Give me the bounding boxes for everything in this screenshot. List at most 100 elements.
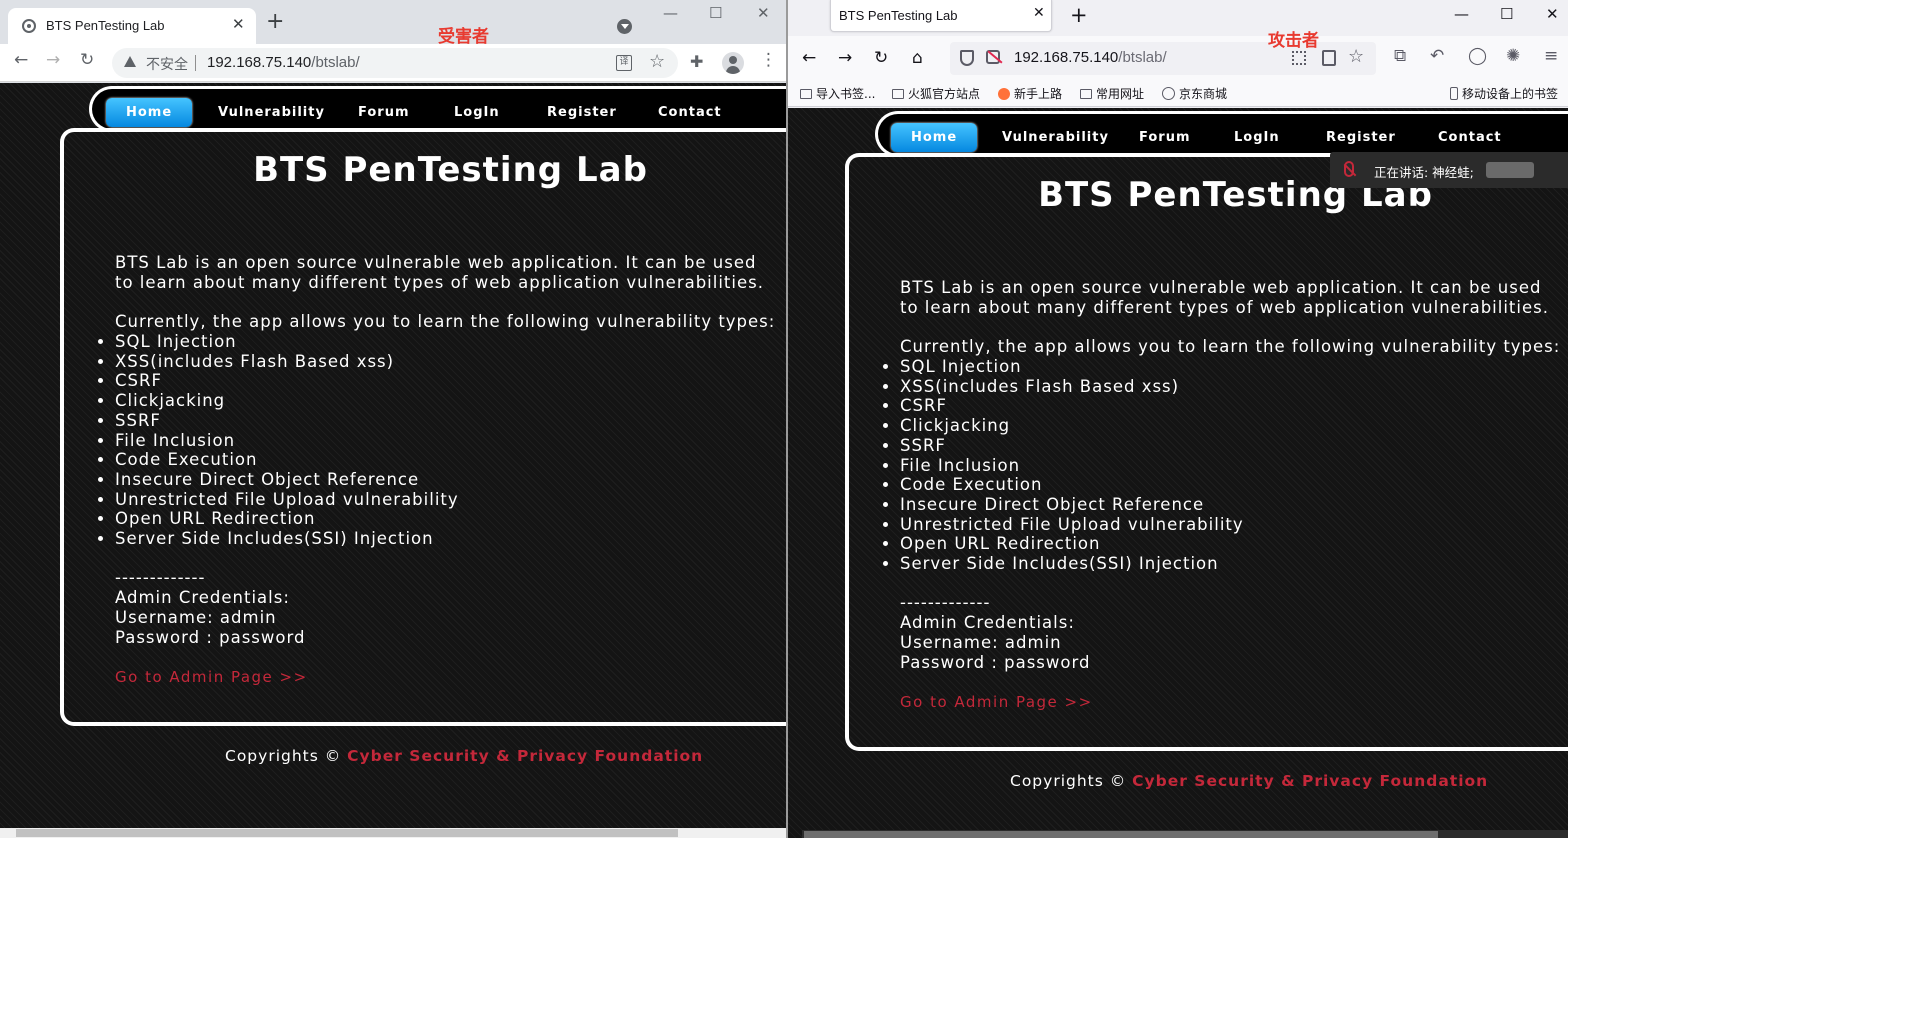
nav-vulnerability[interactable]: Vulnerability [218, 98, 325, 127]
globe-icon [22, 19, 36, 33]
screenshot-icon[interactable]: ⧉ [1394, 46, 1406, 66]
web-page: Home Vulnerability Forum LogIn Register … [0, 83, 786, 838]
bookmark-label: 移动设备上的书签 [1462, 87, 1559, 101]
tab-close-icon[interactable]: ✕ [232, 15, 245, 33]
browser-tab[interactable]: BTS PenTesting Lab ✕ [8, 8, 256, 44]
bookmark-star-icon[interactable]: ☆ [649, 51, 665, 72]
close-window-button[interactable]: ✕ [757, 4, 770, 22]
list-item: SQL Injection [115, 332, 459, 352]
browser-tab[interactable]: BTS PenTesting Lab ✕ [830, 0, 1052, 32]
url-text[interactable]: 192.168.75.140/btslab/ [1014, 49, 1167, 66]
minimize-button[interactable]: — [1454, 5, 1469, 23]
qr-code-icon[interactable] [1292, 51, 1306, 65]
nav-contact[interactable]: Contact [658, 98, 722, 127]
scrollbar-thumb[interactable] [16, 829, 678, 837]
extension-circle-icon[interactable]: ◯ [1468, 46, 1487, 66]
nav-register[interactable]: Register [1326, 123, 1396, 152]
extensions-icon[interactable]: ✚ [690, 52, 703, 71]
reload-button[interactable]: ↻ [874, 48, 888, 68]
menu-icon[interactable]: ⋮ [760, 50, 777, 70]
translate-icon[interactable]: 译 [616, 55, 632, 71]
divider [195, 55, 196, 71]
tab-search-icon[interactable] [617, 19, 632, 34]
maximize-button[interactable]: ☐ [709, 4, 722, 22]
bookmark-jd[interactable]: 京东商城 [1162, 85, 1227, 102]
nav-forum[interactable]: Forum [1139, 123, 1191, 152]
copyright-prefix: Copyrights © [1010, 772, 1133, 790]
nav-login[interactable]: LogIn [454, 98, 500, 127]
url-path: /btslab/ [1118, 49, 1167, 66]
scrollbar-thumb[interactable] [804, 831, 1438, 838]
minimize-button[interactable]: — [663, 4, 678, 22]
back-button[interactable]: ← [14, 50, 28, 70]
tab-close-icon[interactable]: ✕ [1033, 5, 1045, 21]
profile-avatar[interactable] [722, 52, 744, 74]
list-intro: Currently, the app allows you to learn t… [115, 312, 776, 331]
intro-line-2: to learn about many different types of w… [900, 298, 1549, 317]
mobile-bookmarks[interactable]: 移动设备上的书签 [1450, 85, 1558, 102]
insecure-lock-icon[interactable] [986, 50, 1000, 64]
bookmark-folder-firefox[interactable]: 火狐官方站点 [892, 85, 980, 102]
nav-home[interactable]: Home [891, 123, 978, 152]
nav-login[interactable]: LogIn [1234, 123, 1280, 152]
bookmark-getting-started[interactable]: 新手上路 [998, 85, 1062, 102]
list-item: SSRF [900, 436, 1244, 456]
nav-contact[interactable]: Contact [1438, 123, 1502, 152]
list-item: File Inclusion [115, 431, 459, 451]
close-window-button[interactable]: ✕ [1546, 5, 1559, 23]
new-tab-button[interactable]: + [266, 11, 284, 33]
folder-icon [892, 89, 904, 99]
voice-chat-notice: 正在讲话: 神经蛙; [1330, 152, 1568, 188]
tab-title: BTS PenTesting Lab [839, 8, 958, 23]
intro-line-1: BTS Lab is an open source vulnerable web… [115, 253, 757, 272]
password-line: Password : password [115, 628, 306, 647]
folder-icon [1080, 89, 1092, 99]
nav-register[interactable]: Register [547, 98, 617, 127]
horizontal-scrollbar[interactable] [0, 828, 786, 838]
firefox-icon [998, 88, 1010, 100]
address-bar[interactable]: 不安全 192.168.75.140/btslab/ 译 ☆ [112, 48, 678, 78]
reader-view-icon[interactable] [1322, 50, 1336, 66]
tracking-protection-shield-icon[interactable] [960, 50, 974, 66]
bookmark-folder-common[interactable]: 常用网址 [1080, 85, 1144, 102]
nav-vulnerability[interactable]: Vulnerability [1002, 123, 1109, 152]
bookmark-import[interactable]: 导入书签... [800, 85, 875, 102]
copyright-prefix: Copyrights © [225, 747, 348, 765]
url-text[interactable]: 192.168.75.140/btslab/ [207, 54, 360, 71]
reload-button[interactable]: ↻ [80, 50, 94, 70]
copyright-org-link[interactable]: Cyber Security & Privacy Foundation [1132, 772, 1488, 790]
copyright: Copyrights © Cyber Security & Privacy Fo… [1010, 772, 1488, 790]
separator: ------------- [115, 568, 206, 587]
vulnerability-list: SQL Injection XSS(includes Flash Based x… [115, 332, 459, 549]
list-intro: Currently, the app allows you to learn t… [900, 337, 1561, 356]
admin-page-link[interactable]: Go to Admin Page >> [115, 668, 308, 686]
bookmark-label: 火狐官方站点 [908, 87, 981, 101]
bookmark-label: 导入书签... [816, 87, 876, 101]
bookmark-star-icon[interactable]: ☆ [1348, 46, 1364, 67]
security-status[interactable]: 不安全 [146, 54, 188, 74]
maximize-button[interactable]: ☐ [1500, 5, 1513, 23]
forward-button[interactable]: → [838, 48, 852, 68]
intro-line-1: BTS Lab is an open source vulnerable web… [900, 278, 1542, 297]
content-panel: BTS PenTesting Lab BTS Lab is an open so… [60, 128, 786, 726]
back-button[interactable]: ← [802, 48, 816, 68]
menu-icon[interactable]: ≡ [1544, 46, 1558, 66]
home-button[interactable]: ⌂ [912, 48, 923, 68]
list-item: XSS(includes Flash Based xss) [900, 377, 1244, 397]
new-tab-button[interactable]: + [1070, 5, 1088, 26]
forward-button[interactable]: → [46, 50, 60, 70]
list-item: Open URL Redirection [115, 509, 459, 529]
url-host: 192.168.75.140 [207, 54, 312, 71]
nav-forum[interactable]: Forum [358, 98, 410, 127]
undo-icon[interactable]: ↶ [1430, 46, 1444, 66]
admin-page-link[interactable]: Go to Admin Page >> [900, 693, 1093, 711]
horizontal-scrollbar[interactable] [802, 830, 1568, 838]
copyright-org-link[interactable]: Cyber Security & Privacy Foundation [347, 747, 703, 765]
site-navbar: Home Vulnerability Forum LogIn Register … [89, 86, 786, 132]
list-item: File Inclusion [900, 456, 1244, 476]
bookmark-label: 京东商城 [1179, 87, 1228, 101]
warning-icon[interactable] [124, 56, 136, 67]
extension-icon[interactable]: ✺ [1506, 46, 1520, 66]
nav-home[interactable]: Home [106, 98, 193, 127]
username-line: Username: admin [900, 633, 1062, 652]
